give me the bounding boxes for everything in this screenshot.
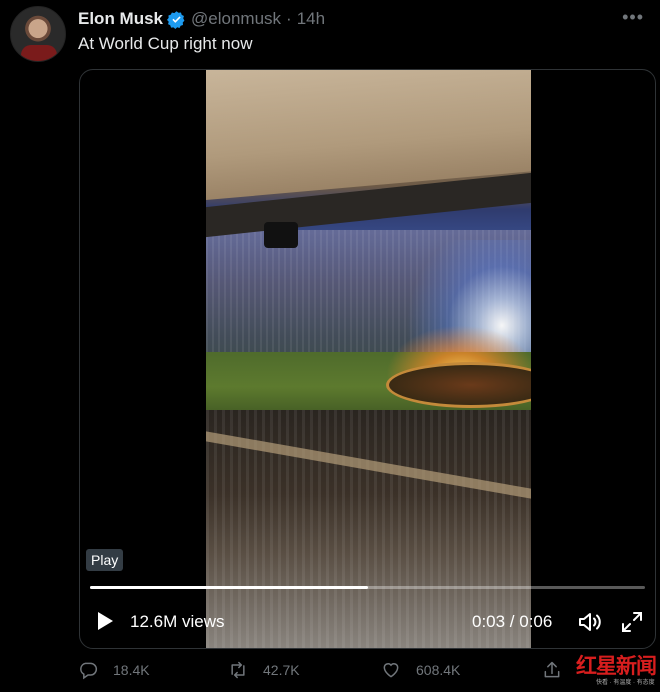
watermark-subtext: 快看 · 有温度 · 有态度 [596, 680, 655, 686]
tweet-time[interactable]: 14h [297, 9, 325, 29]
separator-dot: · [286, 9, 292, 28]
reply-icon [80, 662, 98, 680]
video-controls: 12.6M views 0:03 / 0:06 [80, 600, 655, 644]
like-button[interactable]: 608.4K [381, 660, 460, 680]
share-icon[interactable] [542, 660, 562, 680]
tweet-header: Elon Musk @elonmusk · 14h [78, 8, 325, 30]
retweet-count: 42.7K [263, 662, 300, 678]
author-handle[interactable]: @elonmusk [191, 9, 281, 29]
watermark-text: 红星新闻 [576, 653, 657, 678]
retweet-button[interactable]: 42.7K [228, 660, 300, 680]
timecode: 0:03 / 0:06 [472, 612, 553, 631]
verified-badge-icon [167, 10, 185, 29]
tweet-actions: 18.4K 42.7K 608.4K [78, 660, 660, 688]
retweet-icon [231, 661, 245, 679]
heart-icon [383, 663, 399, 678]
volume-icon[interactable] [577, 610, 603, 634]
fullscreen-icon[interactable] [620, 610, 644, 634]
progress-bar[interactable] [90, 586, 645, 589]
more-dots-icon[interactable]: ••• [622, 8, 644, 26]
play-icon [98, 612, 113, 630]
video-frame[interactable] [206, 70, 531, 648]
reply-button[interactable]: 18.4K [78, 660, 150, 680]
reply-count: 18.4K [113, 662, 150, 678]
like-count: 608.4K [416, 662, 461, 678]
video-player[interactable]: Play 12.6M views 0:03 / 0:06 [79, 69, 656, 649]
view-count: 12.6M views [130, 612, 225, 631]
play-badge: Play [86, 549, 124, 571]
author-name[interactable]: Elon Musk [78, 9, 163, 29]
play-button[interactable] [84, 600, 126, 642]
watermark-logo: 红星新闻 快看 · 有温度 · 有态度 [576, 650, 657, 688]
avatar[interactable] [10, 6, 66, 62]
tweet-text: At World Cup right now [78, 34, 253, 53]
progress-fill [90, 586, 368, 589]
